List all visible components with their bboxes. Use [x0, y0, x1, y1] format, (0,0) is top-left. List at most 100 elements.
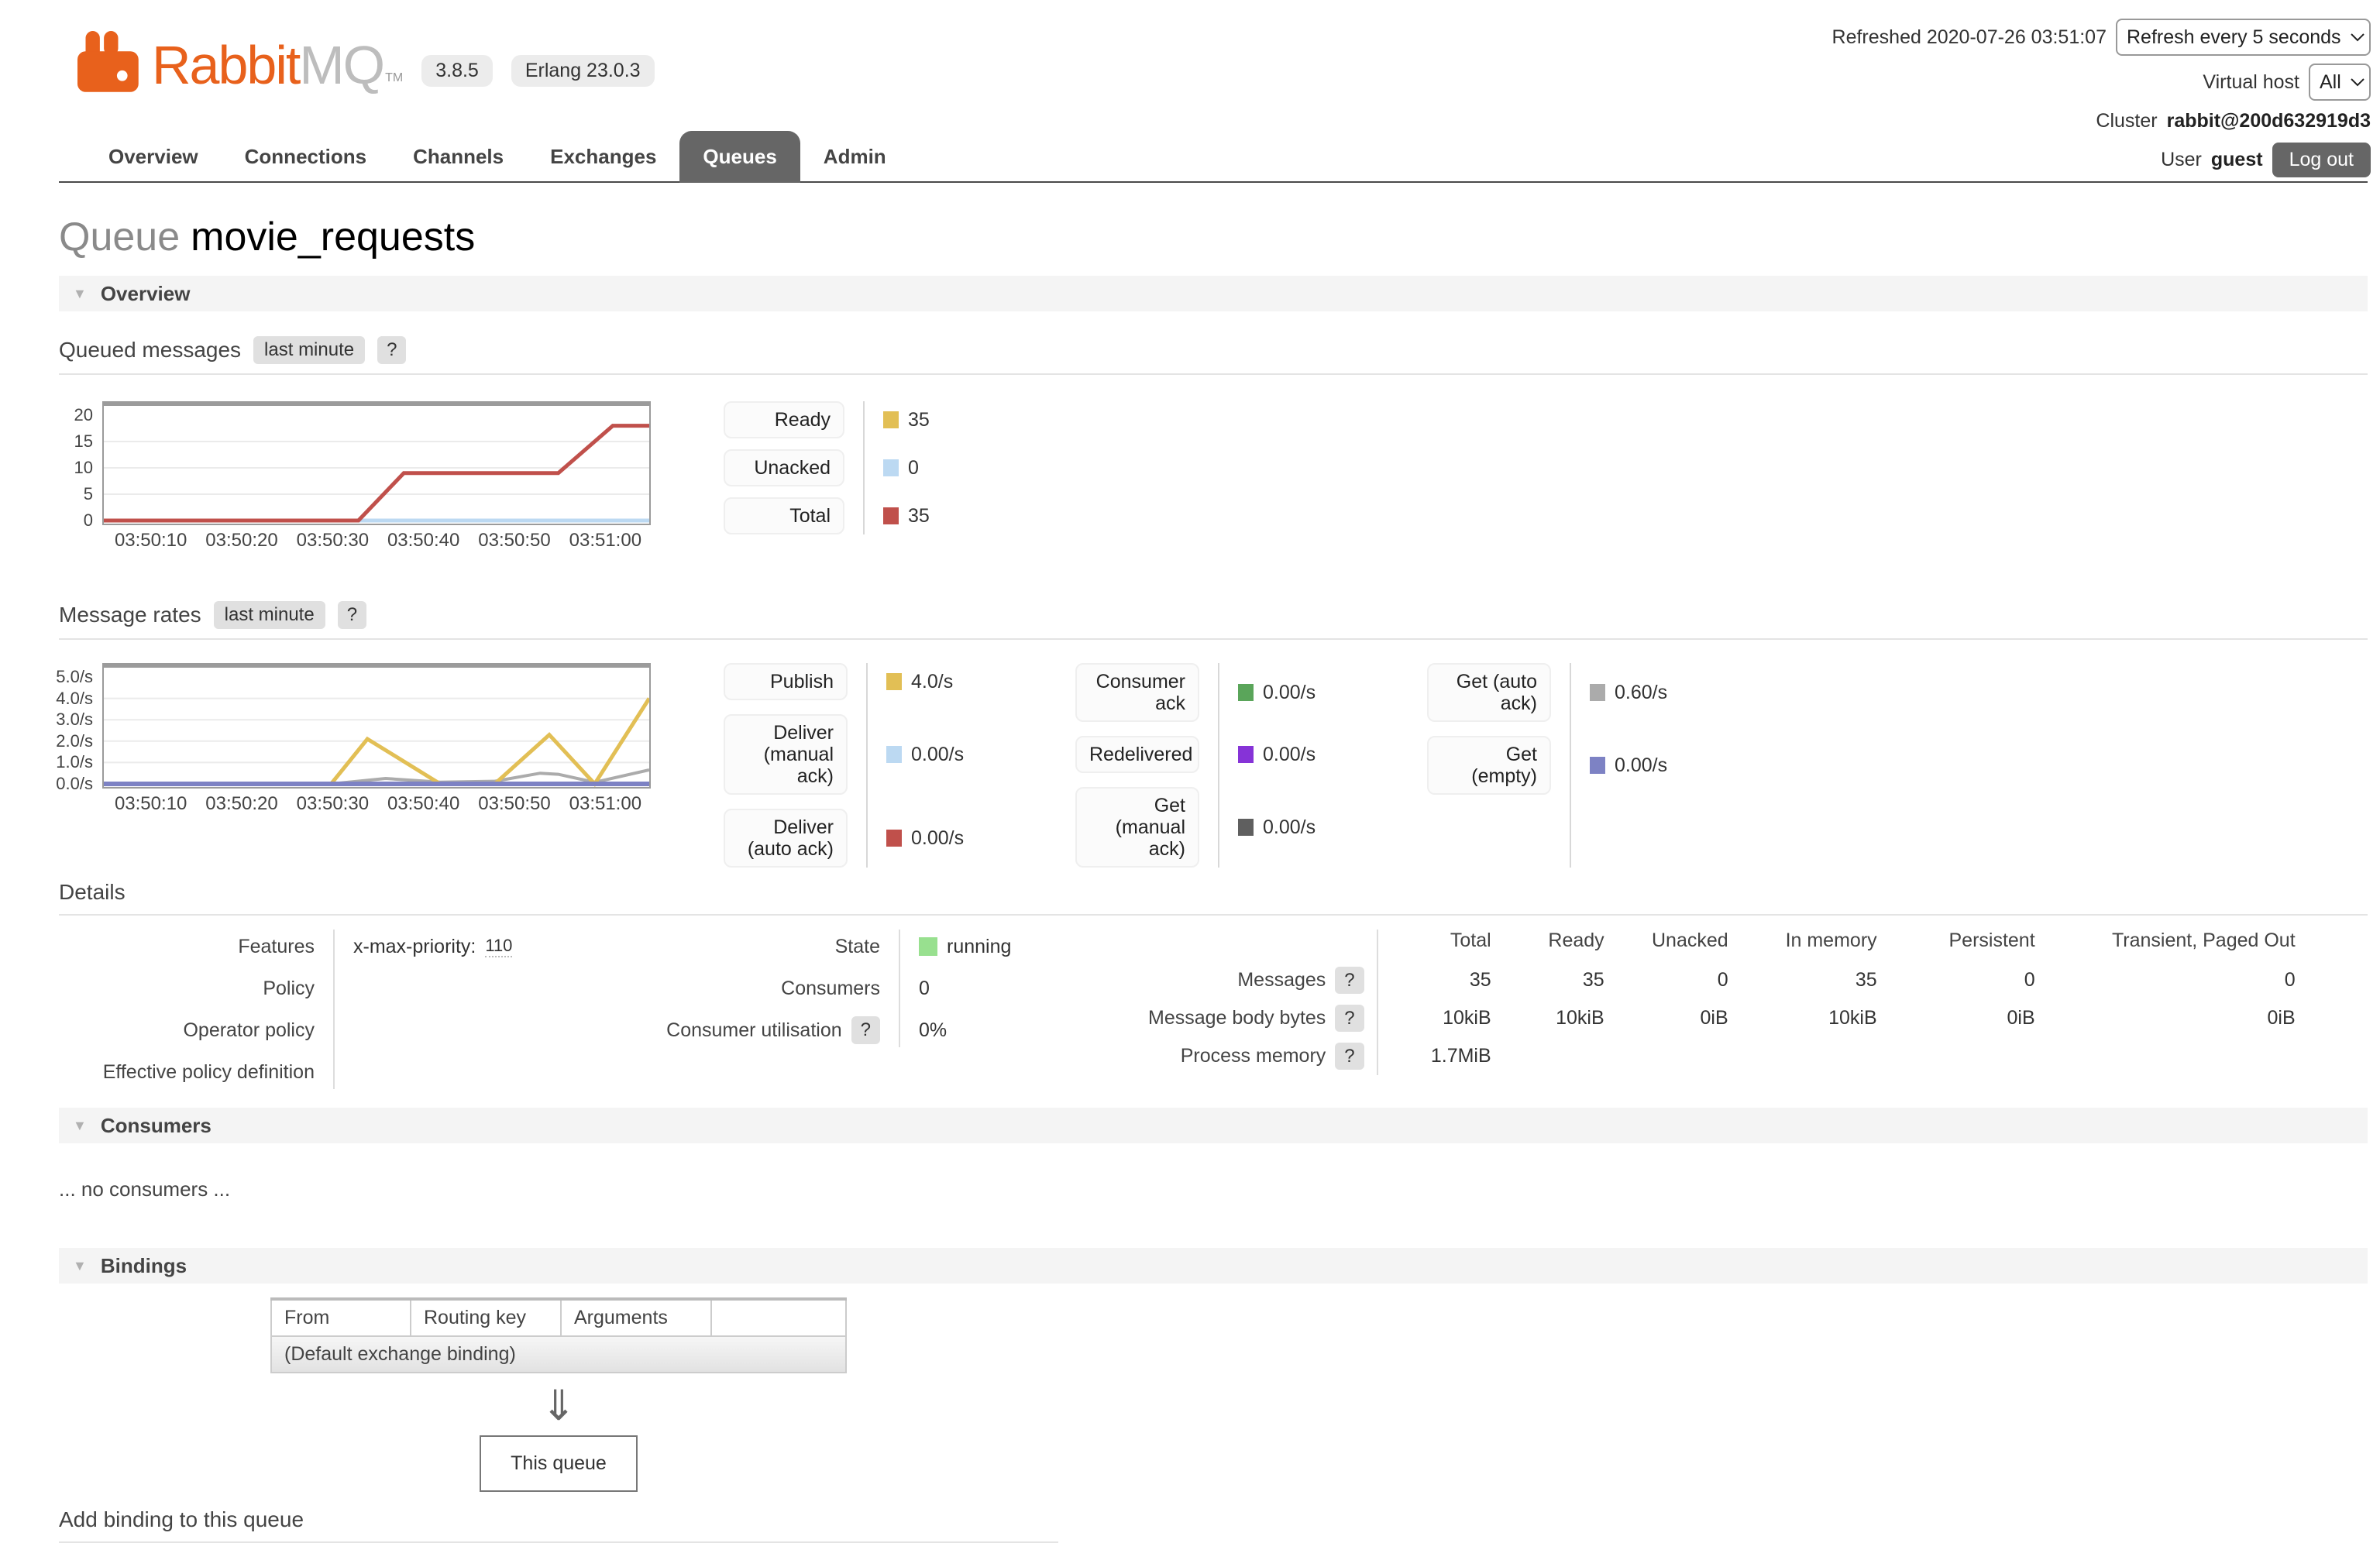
section-bindings[interactable]: ▼ Bindings — [59, 1248, 2368, 1284]
vhost-select[interactable]: All — [2309, 64, 2371, 101]
cluster-label: Cluster — [2096, 110, 2157, 132]
rates-legend-group-3: Get (auto ack)Get (empty)0.60/s0.00/s — [1427, 663, 1729, 868]
section-consumers-label: Consumers — [101, 1114, 212, 1138]
legend-label: Consumer ack — [1075, 663, 1199, 722]
stats-cell — [1491, 1037, 1604, 1075]
help-icon[interactable]: ? — [851, 1016, 880, 1044]
legend-divider — [866, 663, 868, 868]
logout-button[interactable]: Log out — [2272, 143, 2371, 177]
feature-arg: x-max-priority: 110 — [353, 930, 648, 964]
queued-chart-y-axis: 20151050 — [59, 401, 102, 525]
stats-row: Process memory?1.7MiB — [1148, 1037, 2296, 1075]
y-axis-tick: 15 — [74, 431, 93, 452]
legend-swatch — [1590, 684, 1605, 701]
tab-channels[interactable]: Channels — [390, 131, 527, 183]
help-icon[interactable]: ? — [338, 601, 366, 629]
stats-cell: 10kiB — [1491, 999, 1604, 1037]
y-axis-tick: 4.0/s — [56, 689, 93, 709]
header-status-block: Refreshed 2020-07-26 03:51:07 Refresh ev… — [1832, 19, 2371, 186]
refreshed-row: Refreshed 2020-07-26 03:51:07 Refresh ev… — [1832, 19, 2371, 56]
vhost-row: Virtual host All — [1832, 64, 2371, 101]
legend-value: 0.00/s — [911, 827, 964, 850]
tab-queues[interactable]: Queues — [679, 131, 800, 183]
tab-admin[interactable]: Admin — [800, 131, 910, 183]
chart-range-badge[interactable]: last minute — [253, 336, 365, 364]
consumers-value: 0 — [919, 971, 1105, 1005]
stats-cell: 0 — [1877, 961, 2035, 999]
legend-swatch — [1238, 819, 1254, 836]
legend-value-row: 4.0/s — [886, 663, 1026, 700]
bindings-column-header: From — [271, 1299, 411, 1336]
collapse-triangle-icon: ▼ — [73, 1258, 87, 1274]
legend-value: 0.00/s — [1263, 744, 1316, 766]
stats-cell — [2035, 1037, 2296, 1075]
features-label: Features — [59, 930, 315, 964]
tab-overview[interactable]: Overview — [85, 131, 222, 183]
section-overview[interactable]: ▼ Overview — [59, 276, 2368, 311]
legend-value: 35 — [908, 409, 930, 431]
chart-range-badge[interactable]: last minute — [214, 601, 325, 629]
queued-chart: 03:50:1003:50:2003:50:3003:50:4003:50:50… — [102, 401, 651, 555]
x-axis-tick: 03:50:20 — [205, 530, 277, 552]
section-overview-label: Overview — [101, 282, 191, 306]
legend-label: Get (manual ack) — [1075, 787, 1199, 868]
rabbitmq-logo[interactable]: RabbitMQ TM 3.8.5 Erlang 23.0.3 — [77, 31, 655, 96]
section-bindings-label: Bindings — [101, 1254, 187, 1278]
stats-row: Message body bytes?10kiB10kiB0iB10kiB0iB… — [1148, 999, 2296, 1037]
stats-column-header: Total — [1377, 930, 1491, 961]
message-rates-chart-row: 5.0/s4.0/s3.0/s2.0/s1.0/s0.0/s 03:50:10 0… — [59, 663, 2368, 868]
queued-messages-heading: Queued messages last minute ? — [59, 336, 2368, 375]
help-icon[interactable]: ? — [1335, 1043, 1364, 1070]
x-axis-tick: 03:50:50 — [478, 793, 550, 815]
legend-value: 0.60/s — [1615, 682, 1667, 704]
bindings-column-header: Routing key — [411, 1299, 561, 1336]
legend-swatch — [886, 746, 902, 763]
help-icon[interactable]: ? — [377, 336, 406, 364]
help-icon[interactable]: ? — [1335, 967, 1364, 994]
tab-connections[interactable]: Connections — [222, 131, 390, 183]
user-name: guest — [2211, 149, 2263, 171]
x-axis-tick: 03:50:10 — [115, 793, 187, 815]
add-binding-heading: Add binding to this queue — [59, 1507, 1058, 1543]
help-icon[interactable]: ? — [1335, 1005, 1364, 1032]
legend-swatch — [883, 411, 899, 428]
rates-chart-y-axis: 5.0/s4.0/s3.0/s2.0/s1.0/s0.0/s — [59, 663, 102, 789]
stats-cell: 10kiB — [1728, 999, 1877, 1037]
stats-column-header: Unacked — [1604, 930, 1728, 961]
rates-chart-x-axis: 03:50:1003:50:2003:50:3003:50:4003:50:50… — [102, 793, 651, 818]
stats-cell: 0iB — [2035, 999, 2296, 1037]
default-exchange-binding-row: (Default exchange binding) — [271, 1336, 846, 1373]
legend-swatch — [883, 459, 899, 476]
message-rates-heading: Message rates last minute ? — [59, 601, 2368, 640]
queued-chart-plot — [102, 401, 651, 525]
running-state-swatch — [919, 937, 937, 956]
y-axis-tick: 20 — [74, 405, 93, 425]
stats-column-header: In memory — [1728, 930, 1877, 961]
stats-cell: 35 — [1728, 961, 1877, 999]
collapse-triangle-icon: ▼ — [73, 286, 87, 302]
legend-label: Unacked — [724, 449, 844, 486]
stats-row: Messages?353503500 — [1148, 961, 2296, 999]
x-axis-tick: 03:50:40 — [387, 793, 459, 815]
utilisation-label: Consumer utilisation ? — [648, 1013, 880, 1047]
trademark: TM — [385, 71, 403, 85]
queued-chart-legend: ReadyUnackedTotal35035 — [724, 401, 930, 534]
stats-cell: 35 — [1377, 961, 1491, 999]
section-consumers[interactable]: ▼ Consumers — [59, 1108, 2368, 1143]
queued-legend-group: ReadyUnackedTotal35035 — [724, 401, 930, 534]
rates-chart-plot — [102, 663, 651, 789]
cluster-row: Cluster rabbit@200d632919d3 — [1832, 108, 2371, 133]
legend-label: Deliver (auto ack) — [724, 809, 848, 868]
erlang-version-badge: Erlang 23.0.3 — [511, 55, 655, 87]
legend-swatch — [886, 673, 902, 690]
legend-value: 0 — [908, 457, 919, 479]
refresh-interval-select[interactable]: Refresh every 5 seconds — [2116, 19, 2371, 56]
tab-exchanges[interactable]: Exchanges — [527, 131, 679, 183]
utilisation-value: 0% — [919, 1013, 1105, 1047]
legend-label: Get (auto ack) — [1427, 663, 1551, 722]
stats-cell: 0 — [2035, 961, 2296, 999]
legend-divider — [863, 401, 865, 534]
bindings-table: FromRouting keyArguments(Default exchang… — [270, 1297, 847, 1373]
legend-value-row: 0.60/s — [1590, 663, 1729, 722]
divider — [899, 930, 900, 1047]
